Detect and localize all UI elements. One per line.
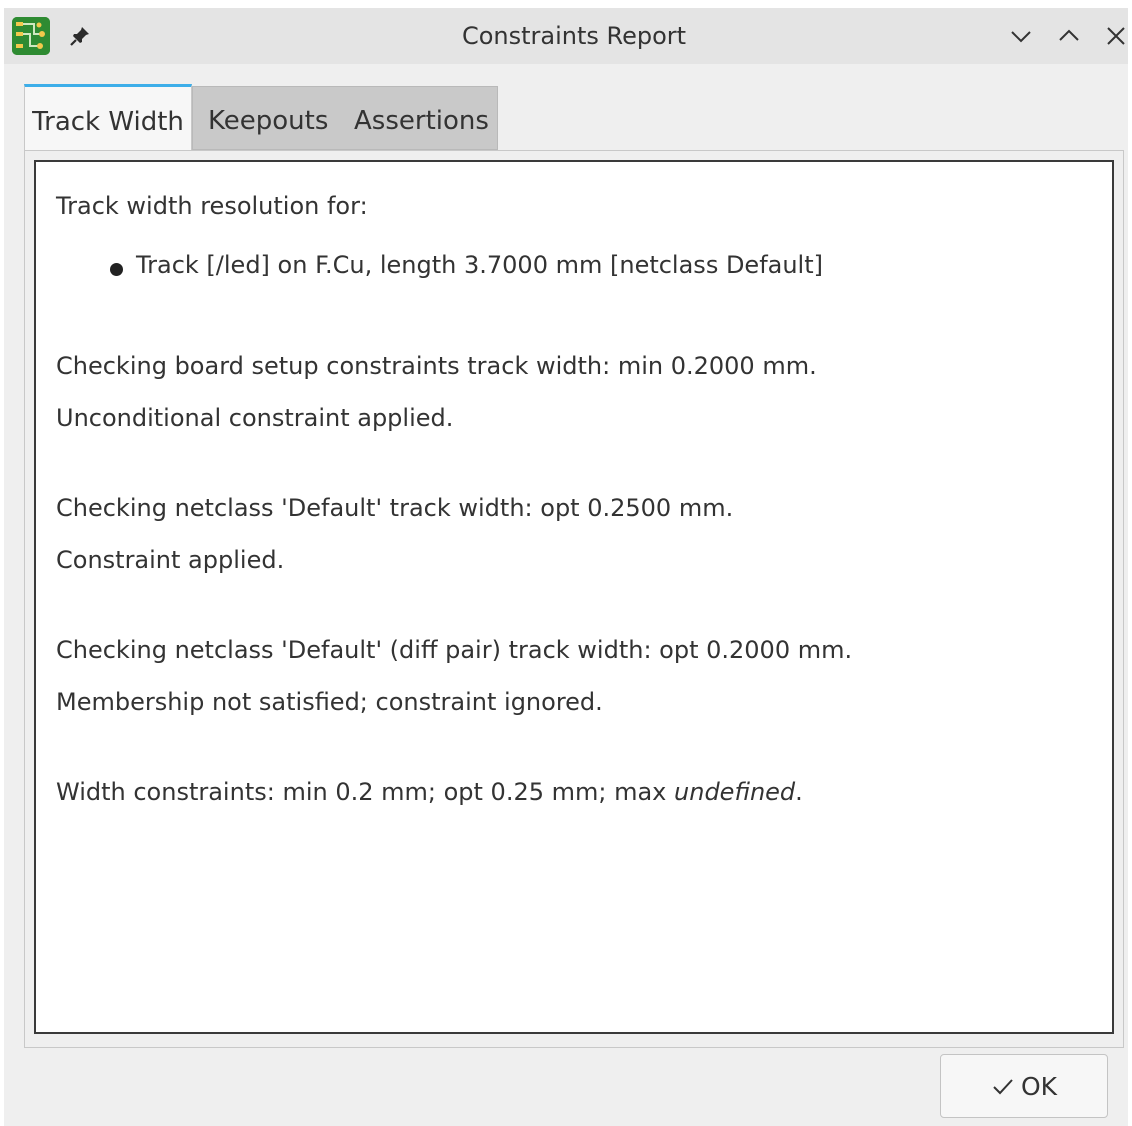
ok-button-label: OK bbox=[1020, 1071, 1058, 1101]
summary-suffix: . bbox=[795, 778, 803, 806]
report-line: Checking netclass 'Default' (diff pair) … bbox=[56, 636, 853, 664]
bullet-icon bbox=[110, 263, 123, 276]
title-bar[interactable]: Constraints Report bbox=[4, 8, 1128, 64]
checkmark-icon bbox=[991, 1074, 1015, 1098]
report-line: Unconditional constraint applied. bbox=[56, 404, 454, 432]
report-line: Checking netclass 'Default' track width:… bbox=[56, 494, 734, 522]
report-heading: Track width resolution for: bbox=[56, 192, 368, 220]
close-icon[interactable] bbox=[1102, 22, 1130, 50]
window-title: Constraints Report bbox=[461, 22, 687, 50]
summary-undefined: undefined bbox=[674, 778, 796, 806]
report-line: Constraint applied. bbox=[56, 546, 285, 574]
report-summary: Width constraints: min 0.2 mm; opt 0.25 … bbox=[56, 778, 803, 806]
report-text-area[interactable]: Track width resolution for: Track [/led]… bbox=[34, 160, 1114, 1034]
constraints-report-dialog: Constraints Report Track Width Keepouts … bbox=[4, 8, 1128, 1126]
chevron-down-icon[interactable] bbox=[1007, 22, 1035, 50]
tab-keepouts[interactable]: Keepouts bbox=[208, 86, 328, 152]
ok-button[interactable]: OK bbox=[940, 1054, 1108, 1118]
report-line: Membership not satisfied; constraint ign… bbox=[56, 688, 603, 716]
chevron-up-icon[interactable] bbox=[1055, 22, 1083, 50]
report-line: Checking board setup constraints track w… bbox=[56, 352, 817, 380]
report-item: Track [/led] on F.Cu, length 3.7000 mm [… bbox=[136, 251, 823, 279]
summary-prefix: Width constraints: min 0.2 mm; opt 0.25 … bbox=[56, 778, 675, 806]
tab-assertions[interactable]: Assertions bbox=[354, 86, 489, 152]
tab-track-width[interactable]: Track Width bbox=[24, 84, 192, 152]
